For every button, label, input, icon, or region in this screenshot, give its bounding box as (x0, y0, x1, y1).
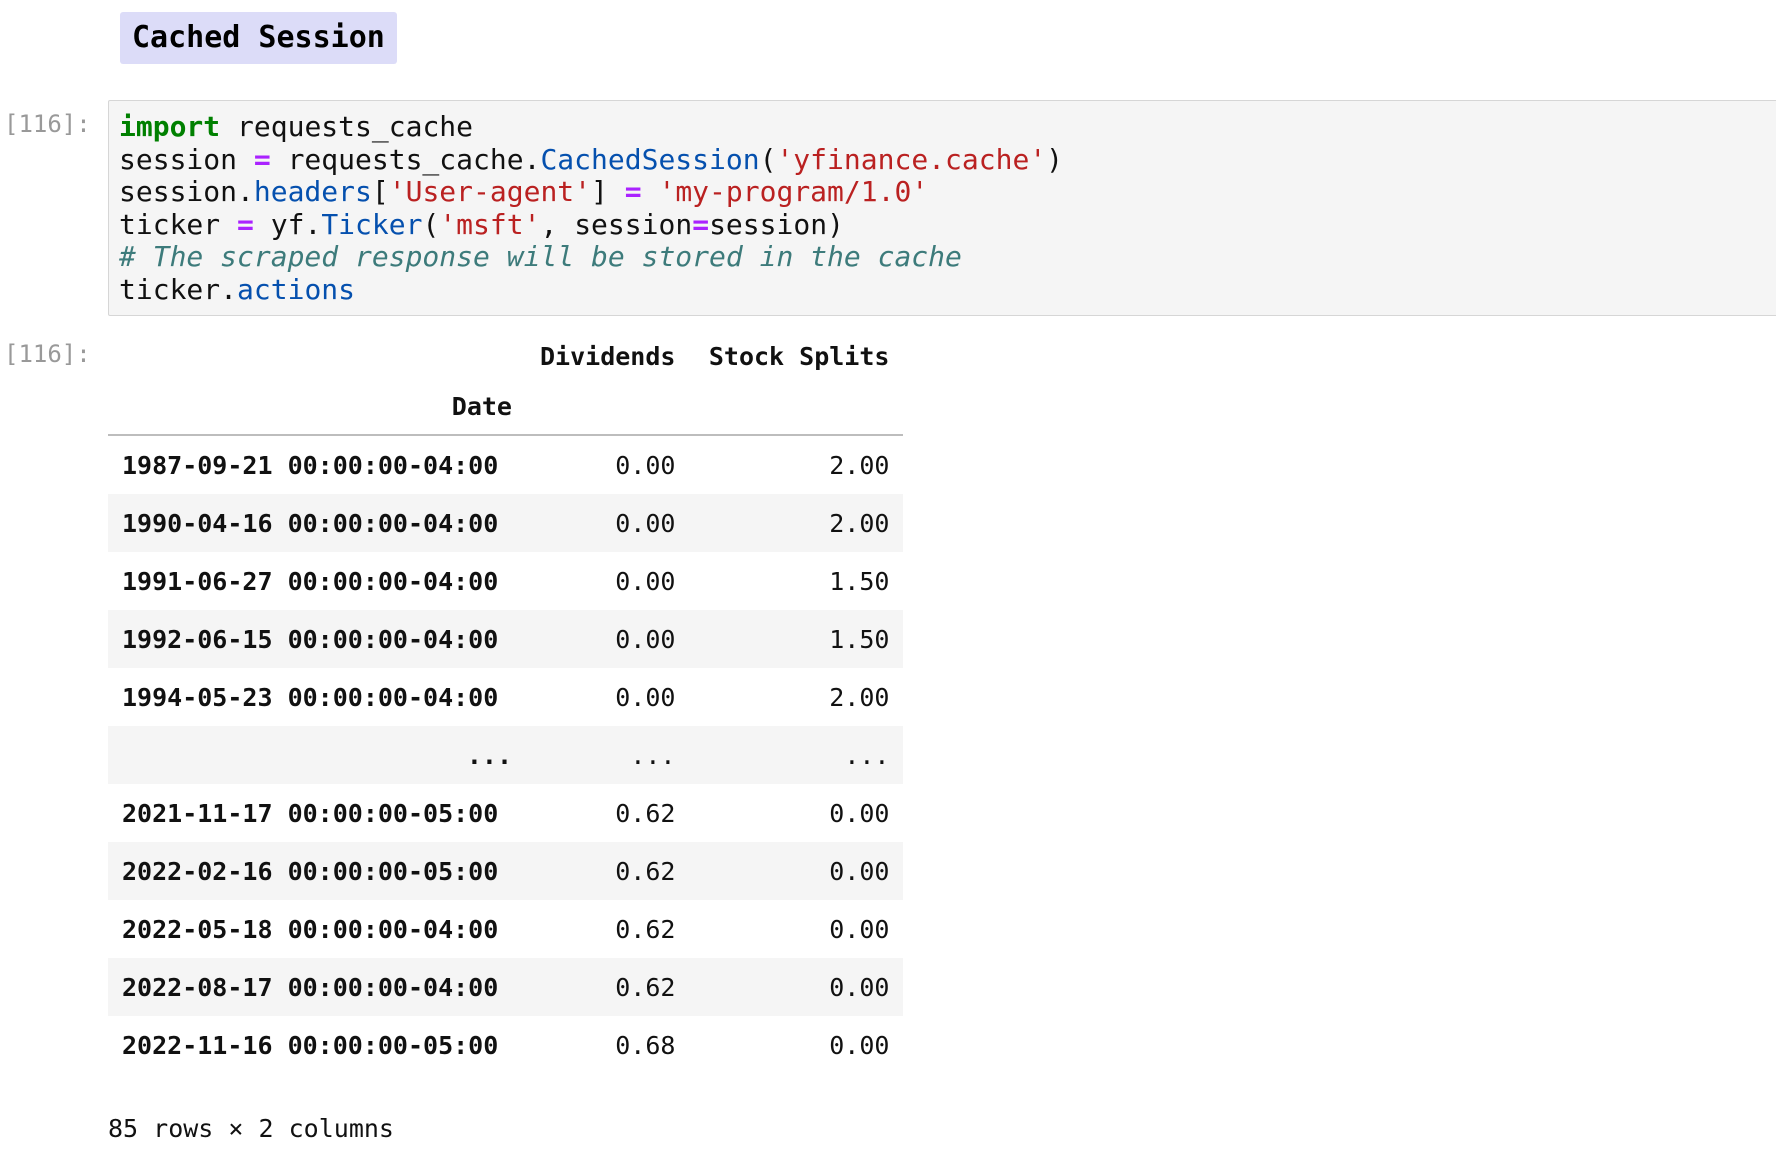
cell-stock-splits: 2.00 (829, 508, 890, 538)
row-index-date: 1990-04-16 00:00:00-04:00 (122, 508, 499, 538)
table-row: 1994-05-23 00:00:00-04:00 0.00 2.00 (108, 668, 903, 726)
code-line-1: import requests_cache (119, 110, 474, 143)
cell-dividends: 0.00 (615, 508, 676, 538)
row-index-date: 2021-11-17 00:00:00-05:00 (122, 798, 499, 828)
row-index-date: 1994-05-23 00:00:00-04:00 (122, 682, 499, 712)
row-index-date: 2022-11-16 00:00:00-05:00 (122, 1030, 499, 1060)
blank-header (526, 378, 690, 436)
cell-stock-splits: ... (844, 740, 890, 770)
index-header-row: Date (108, 378, 904, 436)
row-index-date: 2022-05-18 00:00:00-04:00 (122, 914, 499, 944)
code-cell-editor[interactable]: import requests_cache session = requests… (108, 100, 1776, 316)
column-header-row: Dividends Stock Splits (108, 334, 903, 378)
blank-header (689, 378, 904, 436)
cell-stock-splits: 0.00 (829, 972, 890, 1002)
row-index-date: 2022-08-17 00:00:00-04:00 (122, 972, 499, 1002)
table-row: 2022-05-18 00:00:00-04:00 0.62 0.00 (108, 900, 903, 958)
code-source[interactable]: import requests_cache session = requests… (119, 110, 1064, 306)
cell-dividends: 0.62 (615, 914, 676, 944)
cell-dividends: 0.68 (615, 1030, 676, 1060)
cell-dividends: 0.00 (615, 682, 676, 712)
input-prompt: [116]: (4, 110, 91, 138)
code-line-6: ticker.actions (119, 272, 356, 306)
cell-stock-splits: 0.00 (829, 798, 890, 828)
cell-dividends: 0.62 (615, 972, 676, 1002)
cell-stock-splits: 0.00 (829, 1030, 890, 1060)
cell-dividends: 0.00 (615, 450, 676, 480)
code-line-4: ticker = yf.Ticker('msft', session=sessi… (119, 207, 844, 241)
dataframe-shape: 85 rows × 2 columns (108, 1114, 394, 1143)
table-row: 1991-06-27 00:00:00-04:00 0.00 1.50 (108, 552, 903, 610)
table-row: 1990-04-16 00:00:00-04:00 0.00 2.00 (108, 494, 904, 552)
column-header-stock-splits: Stock Splits (708, 341, 890, 371)
table-row: 2022-08-17 00:00:00-04:00 0.62 0.00 (108, 958, 904, 1016)
row-index-date: 1987-09-21 00:00:00-04:00 (122, 450, 499, 480)
blank-header (108, 334, 526, 378)
table-row: 2021-11-17 00:00:00-05:00 0.62 0.00 (108, 784, 903, 842)
keyword-import: import (119, 110, 221, 143)
row-index-date: ... (466, 740, 512, 770)
index-name-header: Date (108, 378, 526, 436)
cell-stock-splits: 2.00 (829, 450, 890, 480)
output-prompt: [116]: (4, 340, 91, 368)
code-line-5: # The scraped response will be stored in… (119, 240, 962, 273)
row-index-date: 1991-06-27 00:00:00-04:00 (122, 566, 499, 596)
ellipsis-row: ......... (108, 726, 904, 784)
table-row: 1987-09-21 00:00:00-04:00 0.00 2.00 (108, 435, 903, 494)
row-index-date: 2022-02-16 00:00:00-05:00 (122, 856, 499, 886)
table-row: 2022-11-16 00:00:00-05:00 0.68 0.00 (108, 1016, 903, 1074)
markdown-heading: Cached Session (120, 12, 397, 64)
row-index-date: 1992-06-15 00:00:00-04:00 (122, 624, 499, 654)
cell-stock-splits: 1.50 (829, 566, 890, 596)
cell-stock-splits: 1.50 (829, 624, 890, 654)
code-line-2: session = requests_cache.CachedSession('… (119, 142, 1064, 176)
cell-dividends: 0.00 (615, 566, 676, 596)
cell-stock-splits: 2.00 (829, 682, 890, 712)
dataframe-output: Dividends Stock Splits Date 1987-09-21 0… (108, 334, 904, 1074)
table-row: 1992-06-15 00:00:00-04:00 0.00 1.50 (108, 610, 904, 668)
table-row: 2022-02-16 00:00:00-05:00 0.62 0.00 (108, 842, 904, 900)
cell-dividends: 0.62 (615, 856, 676, 886)
cell-stock-splits: 0.00 (829, 914, 890, 944)
code-line-3: session.headers['User-agent'] = 'my-prog… (119, 175, 929, 208)
column-header-dividends: Dividends (540, 341, 676, 371)
cell-dividends: ... (630, 740, 676, 770)
cell-stock-splits: 0.00 (829, 856, 890, 886)
cell-dividends: 0.00 (615, 624, 676, 654)
cell-dividends: 0.62 (615, 798, 676, 828)
